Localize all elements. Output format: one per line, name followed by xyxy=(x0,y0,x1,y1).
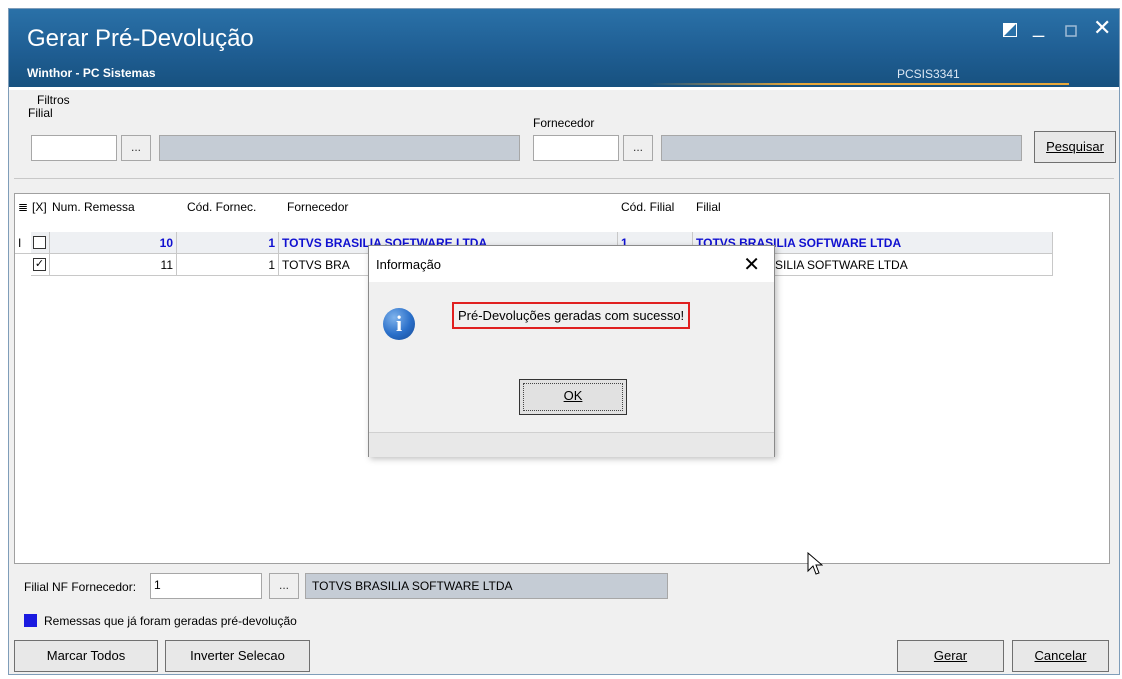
cancelar-button-label: Cancelar xyxy=(1034,648,1087,663)
restore-icon[interactable] xyxy=(1002,21,1018,41)
cell-cod-fornec: 1 xyxy=(177,232,279,254)
maximize-icon[interactable] xyxy=(1065,21,1077,41)
title-separator xyxy=(9,87,1119,90)
fornecedor-name-field xyxy=(661,135,1022,161)
information-dialog: Informação ✕ i Pré-Devoluções geradas co… xyxy=(368,245,775,457)
dialog-title-bar: Informação ✕ xyxy=(369,246,774,282)
header-filial[interactable]: Filial xyxy=(693,194,1053,220)
mouse-pointer-icon xyxy=(807,551,824,579)
legend-color-box xyxy=(24,614,37,627)
window-subtitle: Winthor - PC Sistemas xyxy=(27,66,156,80)
dialog-footer xyxy=(369,432,774,457)
filial-nf-label: Filial NF Fornecedor: xyxy=(24,580,137,594)
fornecedor-label: Fornecedor xyxy=(533,116,595,130)
filial-name-field xyxy=(159,135,520,161)
header-cod-fornec[interactable]: Cód. Fornec. xyxy=(184,194,284,220)
title-bar: Gerar Pré-Devolução Winthor - PC Sistema… xyxy=(9,9,1119,87)
cell-num-remessa: 10 xyxy=(50,232,177,254)
header-num-remessa[interactable]: Num. Remessa xyxy=(49,194,184,220)
header-select-all[interactable]: [X] xyxy=(29,194,49,220)
close-icon[interactable]: ✕ xyxy=(743,252,760,277)
filial-nf-input[interactable]: 1 xyxy=(150,573,262,599)
ok-focus-rect xyxy=(523,383,623,411)
gerar-button-label: Gerar xyxy=(933,648,968,663)
header-fornecedor[interactable]: Fornecedor xyxy=(284,194,618,220)
row-checkbox-cell[interactable] xyxy=(31,232,50,254)
row-checkbox-cell[interactable]: ✓ xyxy=(31,254,50,276)
info-icon: i xyxy=(383,308,415,340)
inverter-selecao-button[interactable]: Inverter Selecao xyxy=(165,640,310,672)
header-cod-filial[interactable]: Cód. Filial xyxy=(618,194,693,220)
filial-label: Filial xyxy=(28,106,53,120)
window-title: Gerar Pré-Devolução xyxy=(27,25,254,52)
search-button-label: Pesquisar xyxy=(1046,139,1104,154)
filters-group-label: Filtros xyxy=(37,93,70,107)
filters-divider xyxy=(14,178,1114,179)
cancelar-button[interactable]: Cancelar xyxy=(1012,640,1109,672)
ok-button[interactable]: OK xyxy=(519,379,627,415)
gerar-button[interactable]: Gerar xyxy=(897,640,1004,672)
fornecedor-lookup-button[interactable]: ... xyxy=(623,135,653,161)
cell-num-remessa: 11 xyxy=(50,254,177,276)
dialog-message: Pré-Devoluções geradas com sucesso! xyxy=(452,302,691,329)
row-checkbox[interactable] xyxy=(33,236,46,249)
close-icon[interactable]: ✕ xyxy=(1093,17,1111,39)
program-code: PCSIS3341 xyxy=(897,67,960,81)
filial-input[interactable] xyxy=(31,135,117,161)
minimize-icon[interactable]: _ xyxy=(1033,17,1044,37)
marcar-todos-button[interactable]: Marcar Todos xyxy=(14,640,158,672)
row-checkbox-checked[interactable]: ✓ xyxy=(33,258,46,271)
legend-text: Remessas que já foram geradas pré-devolu… xyxy=(44,614,297,628)
filial-lookup-button[interactable]: ... xyxy=(121,135,151,161)
row-indicator: I xyxy=(15,232,31,254)
filial-nf-name-field: TOTVS BRASILIA SOFTWARE LTDA xyxy=(305,573,668,599)
cell-cod-fornec: 1 xyxy=(177,254,279,276)
filial-nf-lookup-button[interactable]: ... xyxy=(269,573,299,599)
dialog-title: Informação xyxy=(376,257,442,272)
search-button[interactable]: Pesquisar xyxy=(1034,131,1116,163)
fornecedor-input[interactable] xyxy=(533,135,619,161)
title-accent-line xyxy=(649,83,1069,85)
